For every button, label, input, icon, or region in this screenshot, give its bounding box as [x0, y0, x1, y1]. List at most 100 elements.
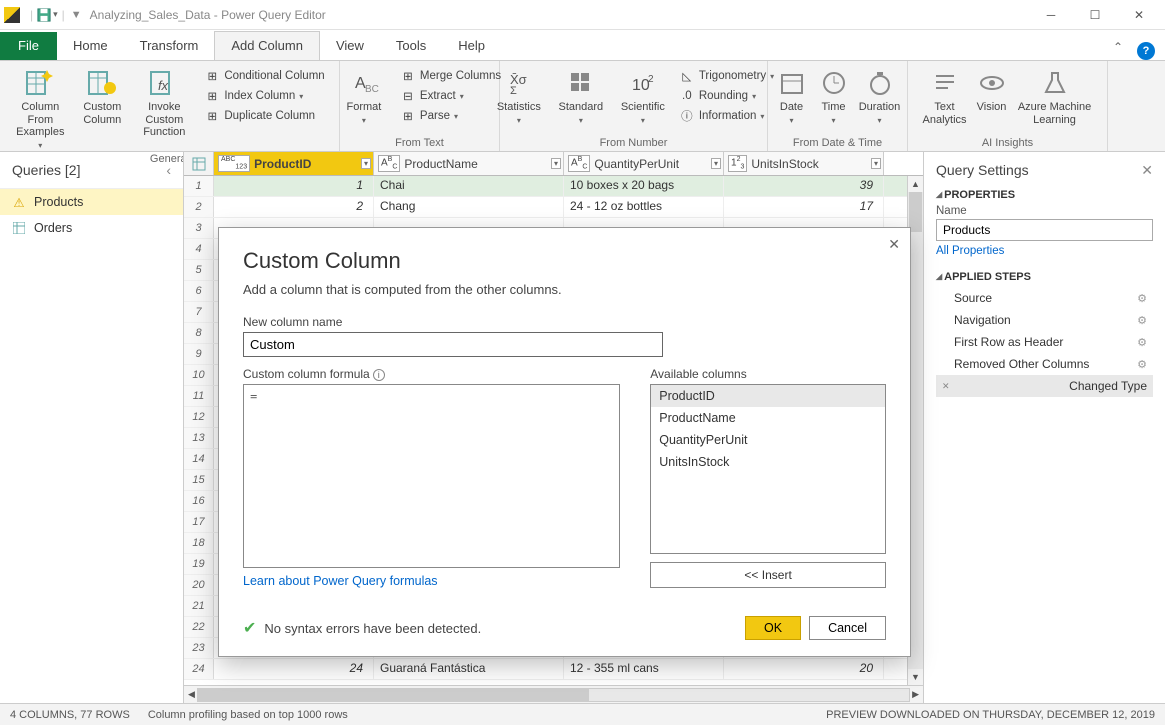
ribbon: Column From Examples Custom Column fx In… [0, 60, 1165, 152]
parse-icon: ⊞ [400, 108, 416, 124]
exponent-icon: 102 [627, 67, 659, 99]
tab-file[interactable]: File [0, 32, 57, 60]
tab-view[interactable]: View [320, 32, 380, 60]
settings-header: Query Settings [936, 162, 1029, 179]
maximize-button[interactable]: ☐ [1073, 0, 1117, 30]
text-analytics-button[interactable]: Text Analytics [921, 65, 969, 128]
gear-icon[interactable]: ⚙ [1137, 292, 1147, 305]
save-icon[interactable] [37, 8, 51, 22]
table-star-icon [86, 67, 118, 99]
extract-icon: ⊟ [400, 88, 416, 104]
applied-step[interactable]: Changed Type [936, 375, 1153, 397]
scientific-button[interactable]: 102Scientific [613, 65, 673, 127]
table-row[interactable]: 11Chai10 boxes x 20 bags39 [184, 176, 923, 197]
queries-header: Queries [2] [12, 162, 80, 178]
standard-button[interactable]: Standard [551, 65, 611, 127]
learn-formulas-link[interactable]: Learn about Power Query formulas [243, 574, 620, 588]
applied-step[interactable]: Source⚙ [936, 287, 1153, 309]
eye-icon [976, 67, 1008, 99]
applied-step[interactable]: First Row as Header⚙ [936, 331, 1153, 353]
duplicate-column-button[interactable]: ⊞Duplicate Column [200, 107, 328, 125]
available-column-item[interactable]: UnitsInStock [651, 451, 885, 473]
close-button[interactable]: ✕ [1117, 0, 1161, 30]
available-columns-list[interactable]: ProductIDProductNameQuantityPerUnitUnits… [650, 384, 886, 554]
invoke-custom-function-button[interactable]: fx Invoke Custom Function [134, 65, 194, 141]
flask-icon [1039, 67, 1071, 99]
tab-tools[interactable]: Tools [380, 32, 442, 60]
applied-step[interactable]: Removed Other Columns⚙ [936, 353, 1153, 375]
available-column-item[interactable]: QuantityPerUnit [651, 429, 885, 451]
dialog-close-icon[interactable]: ✕ [888, 236, 900, 253]
gear-icon[interactable]: ⚙ [1137, 336, 1147, 349]
info-icon: ⓘ [679, 108, 695, 124]
applied-steps-header: APPLIED STEPS [936, 271, 1153, 283]
query-item-orders[interactable]: Orders [0, 215, 183, 241]
triangle-icon: ◺ [679, 68, 695, 84]
tab-help[interactable]: Help [442, 32, 501, 60]
query-item-products[interactable]: ⚠Products [0, 189, 183, 215]
tab-transform[interactable]: Transform [124, 32, 215, 60]
available-column-item[interactable]: ProductID [651, 385, 885, 407]
statistics-button[interactable]: X̄σΣStatistics [489, 65, 549, 127]
rounding-button[interactable]: .0Rounding [675, 87, 778, 105]
cancel-button[interactable]: Cancel [809, 616, 886, 640]
query-name-input[interactable] [936, 219, 1153, 241]
available-column-item[interactable]: ProductName [651, 407, 885, 429]
conditional-column-button[interactable]: ⊞Conditional Column [200, 67, 328, 85]
insert-button[interactable]: << Insert [650, 562, 886, 588]
dialog-description: Add a column that is computed from the o… [243, 282, 886, 297]
format-button[interactable]: ABC Format [334, 65, 394, 127]
group-label-from-text: From Text [395, 136, 444, 149]
time-button[interactable]: Time [814, 65, 854, 127]
formula-textarea[interactable]: = [243, 384, 620, 568]
gear-icon[interactable]: ⚙ [1137, 314, 1147, 327]
date-button[interactable]: Date [772, 65, 812, 127]
tab-add-column[interactable]: Add Column [214, 31, 320, 60]
status-preview-date: PREVIEW DOWNLOADED ON THURSDAY, DECEMBER… [826, 709, 1155, 721]
clock-icon [818, 67, 850, 99]
info-icon[interactable]: i [373, 369, 385, 381]
menu-tabs: File Home Transform Add Column View Tool… [0, 30, 1165, 60]
horizontal-scrollbar[interactable]: ◀ ▶ [184, 685, 923, 703]
stopwatch-icon [864, 67, 896, 99]
duration-button[interactable]: Duration [856, 65, 904, 127]
information-button[interactable]: ⓘInformation [675, 107, 778, 125]
fx-icon: fx [148, 67, 180, 99]
applied-step[interactable]: Navigation⚙ [936, 309, 1153, 331]
azure-ml-button[interactable]: Azure Machine Learning [1015, 65, 1095, 128]
column-header-unitsinstock[interactable]: 123UnitsInStock▾ [724, 152, 884, 175]
settings-close-icon[interactable]: ✕ [1141, 162, 1153, 179]
column-from-examples-button[interactable]: Column From Examples [10, 65, 70, 152]
table-row[interactable]: 22Chang24 - 12 oz bottles17 [184, 197, 923, 218]
svg-text:2: 2 [648, 74, 654, 85]
gear-icon[interactable]: ⚙ [1137, 358, 1147, 371]
column-header-productname[interactable]: ABCProductName▾ [374, 152, 564, 175]
queries-collapse-icon[interactable]: ‹ [166, 162, 171, 178]
help-icon[interactable]: ? [1137, 42, 1155, 60]
custom-column-button[interactable]: Custom Column [72, 65, 132, 128]
svg-text:fx: fx [158, 78, 169, 93]
lines -icon [929, 67, 961, 99]
tab-home[interactable]: Home [57, 32, 124, 60]
table-row[interactable]: 2424Guaraná Fantástica12 - 355 ml cans20 [184, 659, 923, 680]
column-header-quantityperunit[interactable]: ABCQuantityPerUnit▾ [564, 152, 724, 175]
group-label-ai-insights: AI Insights [982, 136, 1033, 149]
minimize-button[interactable]: ─ [1029, 0, 1073, 30]
status-bar: 4 COLUMNS, 77 ROWS Column profiling base… [0, 703, 1165, 725]
calculator-icon [565, 67, 597, 99]
table-corner-icon[interactable] [184, 152, 214, 175]
name-label: Name [936, 205, 1153, 217]
vision-button[interactable]: Vision [971, 65, 1013, 116]
ribbon-collapse-icon[interactable]: ⌃ [1103, 34, 1133, 60]
calendar-icon [776, 67, 808, 99]
new-column-name-input[interactable] [243, 332, 663, 357]
syntax-status-text: No syntax errors have been detected. [264, 621, 481, 636]
status-profiling: Column profiling based on top 1000 rows [148, 709, 348, 721]
title-bar: | ▾ | ▼ Analyzing_Sales_Data - Power Que… [0, 0, 1165, 30]
column-header-productid[interactable]: ABC123ProductID▾ [214, 152, 374, 175]
trigonometry-button[interactable]: ◺Trigonometry [675, 67, 778, 85]
index-column-button[interactable]: ⊞Index Column [200, 87, 328, 105]
svg-text:Σ: Σ [510, 85, 517, 96]
all-properties-link[interactable]: All Properties [936, 245, 1153, 257]
ok-button[interactable]: OK [745, 616, 801, 640]
